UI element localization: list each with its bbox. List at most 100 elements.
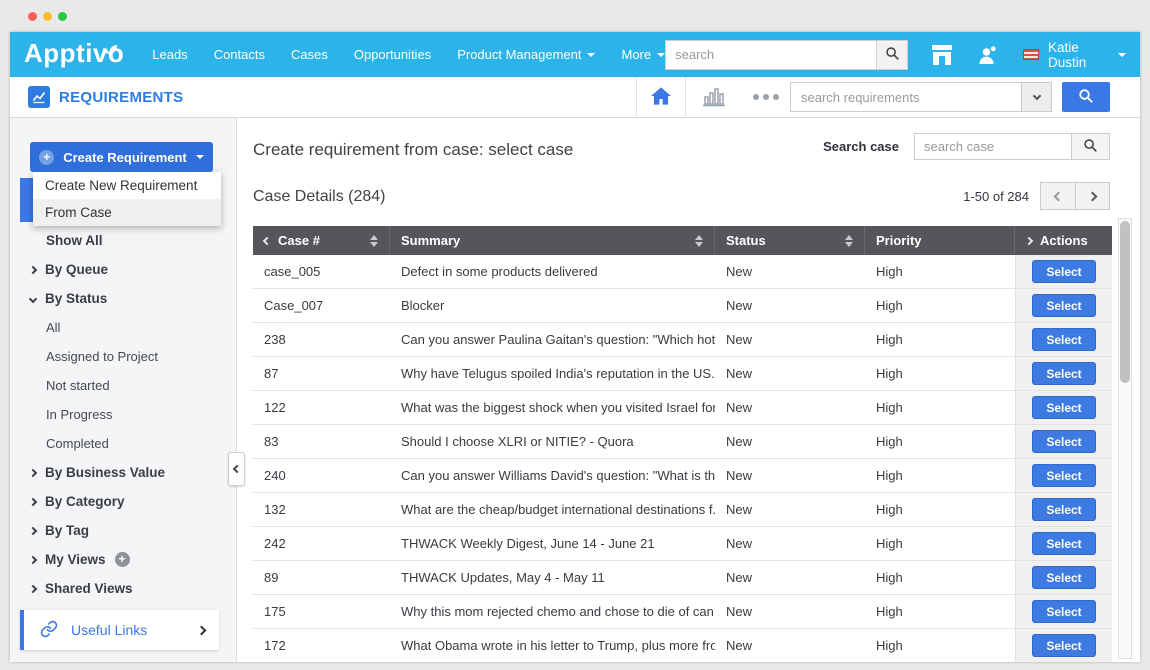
- select-button[interactable]: Select: [1032, 362, 1096, 385]
- table-row[interactable]: 132What are the cheap/budget internation…: [253, 493, 1112, 527]
- chevron-right-icon[interactable]: [1025, 236, 1033, 244]
- flag-icon: [1023, 49, 1039, 60]
- sidebar-item-show-all[interactable]: Show All: [10, 226, 236, 255]
- select-button[interactable]: Select: [1032, 430, 1096, 453]
- user-status-icon[interactable]: [976, 44, 999, 66]
- sort-icon[interactable]: [845, 235, 853, 247]
- table-row[interactable]: 122What was the biggest shock when you v…: [253, 391, 1112, 425]
- user-menu[interactable]: Katie Dustin: [1048, 40, 1111, 70]
- store-icon[interactable]: [930, 44, 954, 66]
- chevron-right-icon: [29, 265, 37, 273]
- chevron-right-icon: [29, 468, 37, 476]
- sidebar-item-by-business-value[interactable]: By Business Value: [10, 458, 236, 487]
- topnav-item-opportunities[interactable]: Opportunities: [354, 47, 431, 62]
- sidebar-item-by-queue[interactable]: By Queue: [10, 255, 236, 284]
- add-view-icon[interactable]: +: [115, 552, 130, 567]
- select-button[interactable]: Select: [1032, 498, 1096, 521]
- column-header-actions[interactable]: Actions: [1015, 226, 1112, 255]
- table-row[interactable]: 240Can you answer Williams David's quest…: [253, 459, 1112, 493]
- topnav-item-more[interactable]: More: [621, 47, 665, 62]
- sidebar-item-assigned-to-project[interactable]: Assigned to Project: [10, 342, 236, 371]
- cell-actions: Select: [1015, 459, 1112, 492]
- table-row[interactable]: case_005Defect in some products delivere…: [253, 255, 1112, 289]
- select-button[interactable]: Select: [1032, 566, 1096, 589]
- sidebar-item-label: By Queue: [45, 262, 108, 277]
- dropdown-item-from-case[interactable]: From Case: [33, 199, 221, 226]
- sidebar-item-my-views[interactable]: My Views+: [10, 545, 236, 574]
- chevron-right-icon: [197, 625, 207, 635]
- sidebar-item-by-category[interactable]: By Category: [10, 487, 236, 516]
- search-case-input[interactable]: [914, 133, 1072, 160]
- home-button[interactable]: [636, 77, 686, 117]
- cell-summary: THWACK Updates, May 4 - May 11: [390, 561, 715, 594]
- requirements-search-button[interactable]: [1062, 82, 1110, 112]
- reports-button[interactable]: [686, 85, 742, 110]
- global-search-button[interactable]: [877, 40, 908, 70]
- topnav-item-cases[interactable]: Cases: [291, 47, 328, 62]
- column-header-status[interactable]: Status: [715, 226, 865, 255]
- table-row[interactable]: 242THWACK Weekly Digest, June 14 - June …: [253, 527, 1112, 561]
- minimize-button[interactable]: [43, 12, 52, 21]
- sort-up-arrow: [845, 235, 853, 240]
- search-icon: [1083, 138, 1098, 156]
- leaf-icon: [100, 31, 118, 62]
- select-button[interactable]: Select: [1032, 328, 1096, 351]
- topnav-menu: Leads Contacts Cases Opportunities Product M…: [152, 47, 665, 62]
- close-button[interactable]: [28, 12, 37, 21]
- select-button[interactable]: Select: [1032, 464, 1096, 487]
- select-button[interactable]: Select: [1032, 396, 1096, 419]
- chevron-left-icon[interactable]: [263, 236, 271, 244]
- apptivo-logo[interactable]: Apptivo: [16, 38, 134, 71]
- more-options-button[interactable]: [742, 94, 790, 100]
- sidebar-item-by-status[interactable]: By Status: [10, 284, 236, 313]
- create-requirement-button[interactable]: + Create Requirement: [30, 142, 213, 172]
- sidebar: + Create Requirement Create New Requirem…: [10, 118, 237, 662]
- topnav-item-contacts[interactable]: Contacts: [214, 47, 265, 62]
- table-row[interactable]: 83Should I choose XLRI or NITIE? - Quora…: [253, 425, 1112, 459]
- sort-down-arrow: [370, 242, 378, 247]
- sidebar-item-not-started[interactable]: Not started: [10, 371, 236, 400]
- next-page-button[interactable]: [1075, 182, 1110, 210]
- requirements-search-input[interactable]: [790, 82, 1022, 112]
- select-button[interactable]: Select: [1032, 634, 1096, 657]
- scrollbar-thumb[interactable]: [1120, 221, 1130, 383]
- sort-icon[interactable]: [695, 235, 703, 247]
- select-button[interactable]: Select: [1032, 600, 1096, 623]
- sidebar-item-completed[interactable]: Completed: [10, 429, 236, 458]
- topnav-item-leads[interactable]: Leads: [152, 47, 187, 62]
- sidebar-item-in-progress[interactable]: In Progress: [10, 400, 236, 429]
- previous-page-button[interactable]: [1040, 182, 1075, 210]
- select-button[interactable]: Select: [1032, 294, 1096, 317]
- sort-icon[interactable]: [370, 235, 378, 247]
- zoom-button[interactable]: [58, 12, 67, 21]
- sidebar-item-all[interactable]: All: [10, 313, 236, 342]
- table-row[interactable]: 87Why have Telugus spoiled India's reput…: [253, 357, 1112, 391]
- column-header-summary[interactable]: Summary: [390, 226, 715, 255]
- sort-down-arrow: [695, 242, 703, 247]
- topnav-item-product-management[interactable]: Product Management: [457, 47, 595, 62]
- sidebar-item-shared-views[interactable]: Shared Views: [10, 574, 236, 603]
- dropdown-item-create-new-requirement[interactable]: Create New Requirement: [33, 172, 221, 199]
- vertical-scrollbar[interactable]: [1118, 218, 1132, 659]
- cell-case-number: 122: [253, 391, 390, 424]
- table-row[interactable]: Case_007BlockerNewHighSelect: [253, 289, 1112, 323]
- chevron-down-icon: [29, 294, 37, 302]
- sidebar-item-by-tag[interactable]: By Tag: [10, 516, 236, 545]
- select-button[interactable]: Select: [1032, 532, 1096, 555]
- cell-summary: Why have Telugus spoiled India's reputat…: [390, 357, 715, 390]
- topnav-item-label: Contacts: [214, 47, 265, 62]
- cell-case-number: 87: [253, 357, 390, 390]
- table-row[interactable]: 175Why this mom rejected chemo and chose…: [253, 595, 1112, 629]
- column-header-priority[interactable]: Priority: [865, 226, 1015, 255]
- select-button[interactable]: Select: [1032, 260, 1096, 283]
- cell-priority: High: [865, 561, 1015, 594]
- search-case-button[interactable]: [1072, 133, 1110, 160]
- table-row[interactable]: 89THWACK Updates, May 4 - May 11NewHighS…: [253, 561, 1112, 595]
- table-row[interactable]: 172What Obama wrote in his letter to Tru…: [253, 629, 1112, 662]
- table-row[interactable]: 238Can you answer Paulina Gaitan's quest…: [253, 323, 1112, 357]
- useful-links-button[interactable]: Useful Links: [20, 610, 219, 650]
- column-header-case[interactable]: Case #: [253, 226, 390, 255]
- sidebar-collapse-handle[interactable]: [228, 452, 245, 486]
- search-options-dropdown[interactable]: [1022, 82, 1052, 112]
- global-search-input[interactable]: [665, 40, 877, 70]
